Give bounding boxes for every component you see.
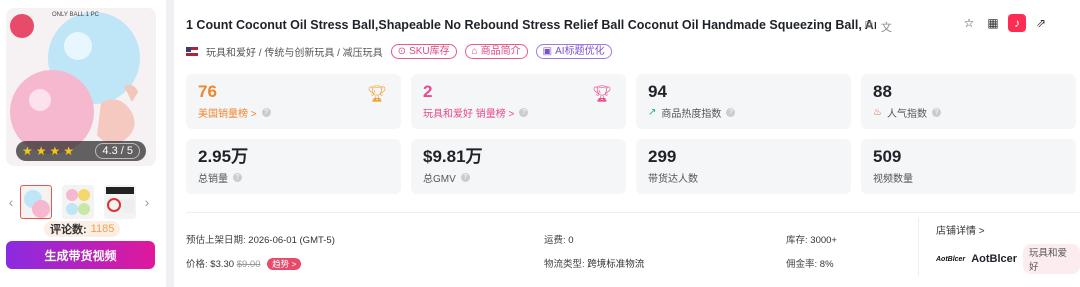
logistics-type: 物流类型: 跨境标准物流 — [544, 256, 644, 270]
product-title: 1 Count Coconut Oil Stress Ball,Shapeabl… — [186, 18, 876, 32]
tiktok-icon[interactable]: ♪ — [1008, 14, 1026, 32]
price-label: 价格: — [186, 259, 208, 270]
stock-value: 3000+ — [810, 235, 837, 246]
product-detail-panel: 1 Count Coconut Oil Stress Ball,Shapeabl… — [174, 0, 1080, 287]
stat-card-us-rank[interactable]: 76 美国销量榜 >? 🏆︎ — [186, 74, 401, 129]
favorite-star-icon[interactable]: ☆ — [960, 14, 978, 32]
stat-card-heat-index: 94 ↗ 商品热度指数? — [636, 74, 851, 129]
generate-video-button[interactable]: 生成带货视频 — [6, 241, 155, 269]
stock-label: 库存: — [786, 235, 808, 246]
gmv-label: 总GMV — [423, 174, 456, 185]
launch-date-value: 2026-06-01 (GMT-5) — [248, 235, 335, 246]
title-actions: ⧉ 文 — [865, 19, 892, 35]
us-rank-value: 76 — [198, 82, 217, 101]
us-rank-label: 美国销量榜 > — [198, 109, 257, 120]
ai-title-tag[interactable]: ▣ AI标题优化 — [535, 44, 612, 59]
stat-card-category-rank[interactable]: 2 玩具和爱好 销量榜 >? 🏆︎ — [411, 74, 626, 129]
price: 价格: $3.30 $9.00 趋势 > — [186, 256, 302, 270]
videos-label: 视频数量 — [873, 174, 913, 185]
shop-logo: AotBlcer — [936, 255, 966, 263]
category-tag-row: 玩具和爱好 / 传统与创新玩具 / 减压玩具 ⊙ SKU库存 ⌂ 商品简介 ▣ AI标… — [186, 44, 612, 59]
category-rank-label: 玩具和爱好 销量榜 > — [423, 109, 515, 120]
shipping-value: 0 — [568, 235, 574, 246]
chevron-left-icon[interactable]: ‹ — [6, 194, 16, 210]
commission-rate: 佣金率: 8% — [786, 256, 834, 270]
stock: 库存: 3000+ — [786, 232, 837, 246]
stat-card-popularity: 88 ♨ 人气指数? — [861, 74, 1076, 129]
ai-icon: ▣ — [542, 46, 553, 57]
help-icon[interactable]: ? — [460, 173, 470, 182]
launch-date-label: 预估上架日期: — [186, 235, 246, 246]
sku-icon: ⊙ — [397, 46, 407, 57]
review-count: 1185 — [90, 223, 115, 235]
review-label: 评论数: — [50, 224, 87, 236]
logistics-label: 物流类型: — [544, 259, 585, 270]
bag-icon: ⌂ — [471, 46, 478, 57]
shop-name[interactable]: AotBlcer — [971, 253, 1017, 265]
chevron-right-icon[interactable]: › — [142, 194, 152, 210]
influencers-label: 带货达人数 — [648, 174, 698, 185]
thumbnail-1[interactable] — [20, 185, 52, 219]
rating-bar: ★★★★ 4.3 / 5 — [16, 141, 146, 161]
trophy-icon: 🏆︎ — [366, 86, 387, 103]
help-icon[interactable]: ? — [726, 108, 736, 117]
stat-card-gmv: $9.81万 总GMV? — [411, 139, 626, 194]
gmv-value: $9.81万 — [423, 147, 483, 166]
trophy-icon: 🏆︎ — [591, 86, 612, 103]
total-sales-label: 总销量 — [198, 174, 228, 185]
brand-badge-icon — [10, 14, 34, 38]
ai-title-label: AI标题优化 — [555, 46, 605, 57]
external-link-icon[interactable]: ⇗ — [1032, 14, 1050, 32]
sku-stock-tag[interactable]: ⊙ SKU库存 — [390, 44, 457, 59]
sku-stock-label: SKU库存 — [409, 46, 450, 57]
shipping-fee: 运费: 0 — [544, 232, 574, 246]
stat-card-videos: 509 视频数量 — [861, 139, 1076, 194]
popularity-value: 88 — [873, 82, 892, 101]
image-caption: ONLY BALL 1 PC — [52, 12, 99, 18]
original-price: $9.00 — [236, 259, 261, 270]
commission-value: 8% — [819, 259, 834, 270]
thumbnail-strip: ‹ › — [6, 182, 156, 222]
category-rank-value: 2 — [423, 82, 433, 101]
heat-index-label: 商品热度指数 — [661, 109, 722, 120]
thumbnail-2[interactable] — [62, 185, 94, 219]
flame-icon: ♨ — [873, 107, 882, 118]
price-value: $3.30 — [210, 259, 235, 270]
launch-date: 预估上架日期: 2026-06-01 (GMT-5) — [186, 232, 335, 246]
stat-card-total-sales: 2.95万 总销量? — [186, 139, 401, 194]
category-path[interactable]: 玩具和爱好 / 传统与创新玩具 / 减压玩具 — [206, 44, 383, 59]
popularity-label: 人气指数 — [886, 109, 927, 120]
product-intro-label: 商品简介 — [480, 46, 521, 57]
star-rating-icon: ★★★★ — [22, 144, 78, 158]
thumbnail-3-warning[interactable] — [104, 185, 136, 219]
trend-up-icon: ↗ — [648, 107, 657, 118]
top-actions: ☆ ▦ ♪ ⇗ — [960, 14, 1050, 32]
commission-label: 佣金率: — [786, 259, 818, 270]
shop-details-link[interactable]: 店铺详情 > — [936, 222, 985, 237]
help-icon[interactable]: ? — [261, 108, 271, 117]
shop-category-tag: 玩具和爱好 — [1023, 244, 1080, 274]
rating-score: 4.3 / 5 — [95, 143, 140, 159]
shipping-label: 运费: — [544, 235, 566, 246]
us-flag-icon — [186, 47, 198, 56]
translate-icon[interactable]: 文 — [881, 19, 892, 35]
product-media-panel: ONLY BALL 1 PC ★★★★ 4.3 / 5 ‹ › 评论数: 118… — [0, 0, 166, 287]
shop-info: AotBlcer AotBlcer 玩具和爱好 — [936, 244, 1080, 274]
help-icon[interactable]: ? — [931, 108, 941, 117]
stat-card-influencers: 299 带货达人数 — [636, 139, 851, 194]
total-sales-value: 2.95万 — [198, 147, 249, 166]
copy-icon[interactable]: ⧉ — [865, 19, 873, 35]
logistics-value: 跨境标准物流 — [587, 259, 645, 270]
heat-index-value: 94 — [648, 82, 667, 101]
influencers-value: 299 — [648, 147, 677, 166]
product-intro-tag[interactable]: ⌂ 商品简介 — [464, 44, 528, 59]
help-icon[interactable]: ? — [519, 108, 529, 117]
trend-button[interactable]: 趋势 > — [267, 258, 302, 270]
divider — [918, 218, 919, 276]
review-count-badge: 评论数: 1185 — [44, 221, 121, 237]
help-icon[interactable]: ? — [233, 173, 242, 182]
qr-code-icon[interactable]: ▦ — [984, 14, 1002, 32]
videos-value: 509 — [873, 147, 902, 166]
